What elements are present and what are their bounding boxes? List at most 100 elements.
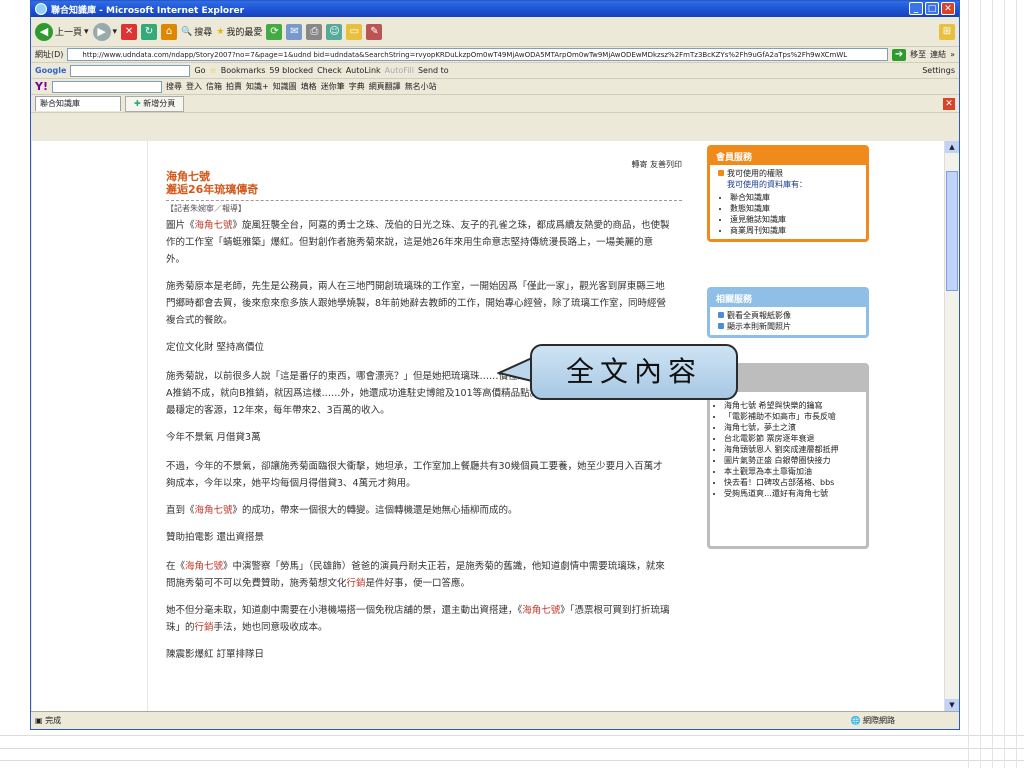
news-item[interactable]: 「電影補助不如高市」市長反嗆 <box>724 411 858 422</box>
translate-button[interactable]: 網頁翻譯 <box>369 81 401 92</box>
spellcheck-button[interactable]: Check <box>317 66 342 75</box>
close-tab-icon[interactable]: ✕ <box>943 97 955 110</box>
windows-logo-icon: ⊞ <box>939 23 955 40</box>
dictionary-button[interactable]: 字典 <box>349 81 365 92</box>
status-bar: ▣ 完成 🌐 網際網路 <box>31 711 959 729</box>
links-button[interactable]: 連結 <box>930 49 946 60</box>
plus-icon: ✚ <box>134 98 141 108</box>
member-services-panel: 會員服務 我可使用的權限 我可使用的資料庫有： 聯合知識庫 數態知識庫 遠見雜誌… <box>707 145 869 242</box>
article-paragraph: 不過，今年的不景氣，卻讓施秀菊面臨很大衝擊，她坦承，工作室加上餐廳共有30幾個員… <box>166 461 663 489</box>
bullet-icon <box>718 170 724 176</box>
scroll-thumb[interactable] <box>946 171 958 291</box>
article: 轉寄 友善列印 海角七號 邂逅26年琉璃傳奇 【記者朱婉寧／報導】 圖片《海角七… <box>147 141 682 711</box>
news-item[interactable]: 台北電影節 票房逐年衰退 <box>724 433 858 444</box>
popup-blocked-button[interactable]: 59 blocked <box>269 66 313 75</box>
forward-arrow-icon: ▶ <box>92 22 111 41</box>
mail-icon[interactable]: ✉ <box>286 23 303 40</box>
related-item[interactable]: 顯示本則新聞照片 <box>718 321 858 332</box>
news-item[interactable]: 海角七號，夢土之濱 <box>724 422 858 433</box>
yahoo-search-button[interactable]: 搜尋 <box>166 81 182 92</box>
maximize-button[interactable]: □ <box>925 2 939 15</box>
article-paragraph: 直到《海角七號》的成功，帶來一個很大的轉變。這個轉機還是她無心插柳而成的。 <box>166 505 518 516</box>
folder-icon[interactable]: ▭ <box>346 23 363 40</box>
tab-current[interactable]: 聯合知識庫 <box>35 96 121 111</box>
page-icon: ▣ <box>35 716 46 725</box>
tab-bar: 聯合知識庫 ✚ 新增分頁 ✕ <box>31 95 959 113</box>
messenger-icon[interactable]: ☺ <box>326 23 343 40</box>
scroll-up-icon[interactable]: ▲ <box>945 141 959 153</box>
news-item[interactable]: 海角七號 希望與快樂的鑰寫 <box>724 400 858 411</box>
news-item[interactable]: 快去看！口碑攻占部落格、bbs <box>724 477 858 488</box>
database-item[interactable]: 聯合知識庫 <box>730 192 858 203</box>
address-bar: 網址(D) http://www.udndata.com/ndapp/Story… <box>31 47 959 63</box>
knowledge-button[interactable]: 知識+ <box>246 81 269 92</box>
search-button[interactable]: 🔍 搜尋 <box>181 25 212 39</box>
database-item[interactable]: 數態知識庫 <box>730 203 858 214</box>
bookmarks-button[interactable]: Bookmarks <box>221 66 266 75</box>
bullet-icon <box>718 323 724 329</box>
google-go-button[interactable]: Go <box>194 66 205 75</box>
refresh-icon[interactable]: ↻ <box>141 23 158 40</box>
article-paragraph: 在《海角七號》中演警察「勞馬」（民雄飾）爸爸的演員丹耐夫正若，是施秀菊的舊識，他… <box>166 561 665 589</box>
history-icon[interactable]: ⟳ <box>266 23 283 40</box>
news-item[interactable]: 海角頭號恩人 劉奕成連層都抵押 <box>724 444 858 455</box>
knowledge-map-button[interactable]: 知識圖 <box>273 81 297 92</box>
article-paragraph: 她不但分毫未取，知道劇中需要在小港機場搭一個免稅店舖的景，還主動出資搭建，《海角… <box>166 605 670 633</box>
minimize-button[interactable]: _ <box>909 2 923 15</box>
browser-window: 聯合知識庫 - Microsoft Internet Explorer _ □ … <box>30 0 960 730</box>
related-item[interactable]: 觀看全頁報紙影像 <box>718 310 858 321</box>
news-item[interactable]: 圖片氣勢正盛 白銀帶圈快接力 <box>724 455 858 466</box>
settings-button[interactable]: Settings <box>922 66 955 75</box>
autofill-button[interactable]: AutoFill <box>385 66 414 75</box>
back-button[interactable]: ◀ 上一頁 ▾ <box>35 22 89 41</box>
new-tab-button[interactable]: ✚ 新增分頁 <box>125 95 185 112</box>
research-icon[interactable]: ✎ <box>366 23 383 40</box>
status-text: 完成 <box>45 716 62 725</box>
article-paragraph: 施秀菊原本是老師，先生是公務員，兩人在三地門開創琉璃珠的工作室，一開始因爲「僅此… <box>166 281 667 326</box>
auction-button[interactable]: 拍賣 <box>226 81 242 92</box>
panel-header: 相關服務 <box>710 290 866 307</box>
mini-button[interactable]: 迷你筆 <box>321 81 345 92</box>
star-icon[interactable]: ☆ <box>210 66 217 75</box>
news-item[interactable]: 受夠馬道爽…還好有海角七號 <box>724 488 858 499</box>
globe-icon: 🌐 <box>850 716 863 725</box>
send-to-button[interactable]: Send to <box>418 66 449 75</box>
forward-print-links[interactable]: 轉寄 友善列印 <box>166 159 682 170</box>
databases-label: 我可使用的資料庫有： <box>727 180 807 189</box>
address-input[interactable]: http://www.udndata.com/ndapp/Story2007?n… <box>67 48 889 61</box>
article-paragraph: 圖片《海角七號》旋風狂襲全台，阿嘉的勇士之珠、茂伯的日光之珠、友子的孔雀之珠，都… <box>166 220 670 265</box>
autolink-button[interactable]: AutoLink <box>346 66 381 75</box>
stop-icon[interactable]: ✕ <box>121 23 138 40</box>
full-text-callout: 全文內容 <box>530 344 738 400</box>
scroll-down-icon[interactable]: ▼ <box>945 699 959 711</box>
yahoo-search-input[interactable] <box>51 80 162 93</box>
mail-button[interactable]: 信箱 <box>206 81 222 92</box>
window-title: 聯合知識庫 - Microsoft Internet Explorer <box>51 5 245 16</box>
login-button[interactable]: 登入 <box>186 81 202 92</box>
article-title-2: 邂逅26年琉璃傳奇 <box>166 183 259 196</box>
favorites-button[interactable]: ★ 我的最愛 <box>216 25 262 39</box>
yahoo-logo-icon[interactable]: Y! <box>35 80 48 93</box>
go-button[interactable]: 移至 <box>910 49 926 60</box>
bullet-icon <box>718 312 724 318</box>
section-heading: 陳震影爆紅 訂單排隊日 <box>166 649 265 660</box>
go-arrow-icon[interactable]: ➔ <box>892 48 907 61</box>
vertical-scrollbar[interactable]: ▲ ▼ <box>944 141 959 711</box>
blog-button[interactable]: 填格 <box>301 81 317 92</box>
star-icon: ★ <box>216 26 225 37</box>
forward-button[interactable]: ▶ ▾ <box>92 22 117 41</box>
home-icon[interactable]: ⌂ <box>161 23 178 40</box>
news-item[interactable]: 本土觀眾為本土靠衛加油 <box>724 466 858 477</box>
print-icon[interactable]: ⎙ <box>306 23 323 40</box>
zone-text: 網際網路 <box>863 716 895 725</box>
page-content: 轉寄 友善列印 海角七號 邂逅26年琉璃傳奇 【記者朱婉寧／報導】 圖片《海角七… <box>32 141 945 711</box>
database-item[interactable]: 遠見雜誌知識庫 <box>730 214 858 225</box>
permissions-link[interactable]: 我可使用的權限 <box>718 168 858 179</box>
nameless-button[interactable]: 無名小站 <box>405 81 437 92</box>
google-toolbar: Google Go ☆ Bookmarks 59 blocked Check A… <box>31 63 959 79</box>
database-item[interactable]: 商業周刊知識庫 <box>730 225 858 236</box>
back-arrow-icon: ◀ <box>35 22 53 41</box>
close-window-button[interactable]: ✕ <box>941 2 955 15</box>
google-search-input[interactable] <box>70 64 191 77</box>
title-bar: 聯合知識庫 - Microsoft Internet Explorer _ □ … <box>31 1 959 17</box>
